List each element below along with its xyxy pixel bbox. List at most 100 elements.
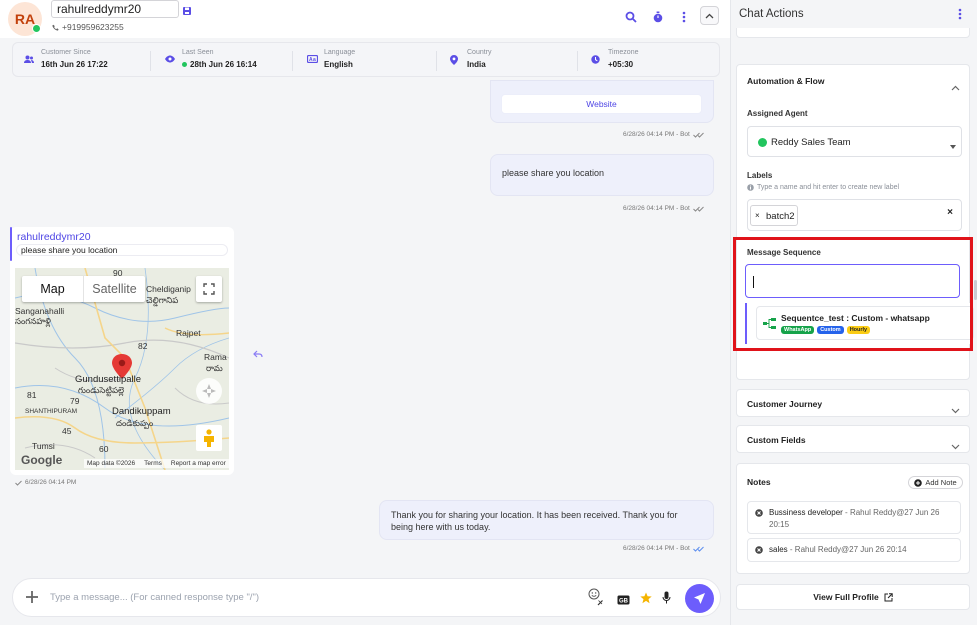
info-label: Customer Since bbox=[41, 49, 91, 56]
info-value: 28th Jun 26 16:14 bbox=[182, 60, 257, 69]
map-terms-link[interactable]: Terms bbox=[144, 460, 162, 467]
divider bbox=[150, 51, 151, 71]
view-full-profile-label: View Full Profile bbox=[813, 592, 879, 602]
info-value: English bbox=[324, 60, 353, 69]
info-value: India bbox=[467, 60, 486, 69]
map-road-label: 82 bbox=[138, 341, 148, 351]
canned-response-icon[interactable]: GB bbox=[617, 592, 630, 610]
divider bbox=[436, 51, 437, 71]
field-label: Assigned Agent bbox=[747, 109, 808, 118]
location-map[interactable]: Map Satellite 90 Sanganahalli సంగనహళ్లి … bbox=[15, 268, 229, 470]
reply-icon[interactable] bbox=[253, 345, 263, 363]
delete-note-icon[interactable] bbox=[755, 546, 763, 556]
delete-note-icon[interactable] bbox=[755, 509, 763, 519]
map-place-label: సంగనహళ్లి bbox=[15, 316, 51, 326]
map-report-link[interactable]: Report a map error bbox=[171, 460, 226, 467]
section-title: Custom Fields bbox=[747, 435, 806, 445]
map-footer: Google Map data ©2026 Terms Report a map… bbox=[15, 453, 229, 470]
map-road-label: 60 bbox=[99, 444, 109, 454]
remove-chip-icon[interactable]: × bbox=[755, 211, 760, 220]
star-icon[interactable] bbox=[640, 591, 652, 609]
timestamp-text: 6/28/26 04:14 PM - Bot bbox=[623, 545, 690, 552]
language-icon: Aa bbox=[307, 55, 318, 63]
website-button[interactable]: Website bbox=[501, 94, 702, 114]
note-item: sales - Rahul Reddy@27 Jun 26 20:14 bbox=[747, 538, 961, 562]
attach-plus-icon[interactable] bbox=[25, 590, 39, 609]
chat-header: RA +919959623255 bbox=[0, 0, 730, 38]
chevron-down-icon bbox=[951, 401, 960, 419]
map-place-label: Cheldiganip bbox=[146, 284, 191, 294]
more-options-icon[interactable] bbox=[958, 7, 962, 25]
timer-icon[interactable] bbox=[651, 10, 665, 24]
map-tab-satellite[interactable]: Satellite bbox=[84, 276, 145, 302]
save-icon[interactable] bbox=[182, 3, 192, 21]
notes-card: Notes Add Note Bussiness developer - Rah… bbox=[736, 463, 970, 574]
agent-status-dot bbox=[758, 138, 767, 147]
timestamp-text: 6/28/26 04:14 PM bbox=[25, 479, 77, 486]
info-value-text: 16th Jun 26 17:22 bbox=[41, 60, 108, 69]
plus-circle-icon bbox=[914, 478, 923, 487]
map-place-label: Gundusettipalle bbox=[75, 374, 142, 385]
fullscreen-button[interactable] bbox=[196, 276, 222, 302]
view-full-profile-button[interactable]: View Full Profile bbox=[736, 584, 970, 610]
online-dot bbox=[182, 62, 187, 67]
map-place-label: Rama bbox=[204, 352, 227, 362]
map-data-text: Map data ©2026 bbox=[87, 460, 136, 467]
info-value-text: India bbox=[467, 60, 486, 69]
svg-text:a: a bbox=[313, 57, 316, 63]
info-value-text: 28th Jun 26 16:14 bbox=[190, 60, 257, 69]
section-title[interactable]: Automation & Flow bbox=[747, 76, 824, 86]
pegman-icon bbox=[204, 429, 214, 447]
collapsed-card bbox=[736, 28, 970, 38]
svg-text:GB: GB bbox=[619, 599, 629, 605]
map-tab-map[interactable]: Map bbox=[22, 276, 84, 302]
timestamp-text: 6/28/26 04:14 PM - Bot bbox=[623, 131, 690, 138]
hint-text: Type a name and hit enter to create new … bbox=[757, 184, 900, 191]
customer-journey-card[interactable]: Customer Journey bbox=[736, 389, 970, 417]
message-composer: Type a message... (For canned response t… bbox=[12, 578, 721, 617]
info-value-text: English bbox=[324, 60, 353, 69]
contact-info-bar: Customer Since 16th Jun 26 17:22 Last Se… bbox=[12, 42, 720, 77]
double-check-icon bbox=[693, 546, 704, 552]
users-icon bbox=[24, 55, 34, 63]
message-input[interactable]: Type a message... (For canned response t… bbox=[50, 592, 259, 603]
search-icon[interactable] bbox=[624, 10, 638, 24]
custom-fields-card[interactable]: Custom Fields bbox=[736, 425, 970, 453]
note-text: sales bbox=[769, 545, 788, 554]
emoji-icon[interactable] bbox=[588, 588, 604, 611]
message-timestamp: 6/28/26 04:14 PM - Bot bbox=[623, 131, 705, 138]
clock-icon bbox=[591, 55, 600, 64]
bot-message: Thank you for sharing your location. It … bbox=[379, 500, 714, 540]
add-note-label: Add Note bbox=[925, 478, 957, 487]
select-value: Reddy Sales Team bbox=[771, 137, 851, 148]
map-place-label: గుండుసెట్టిపల్లె bbox=[78, 385, 125, 395]
assigned-agent-select[interactable]: Reddy Sales Team bbox=[747, 126, 962, 157]
info-label: Last Seen bbox=[182, 49, 214, 56]
more-options-icon[interactable] bbox=[677, 10, 691, 24]
info-icon bbox=[747, 184, 754, 191]
map-road-label: 90 bbox=[113, 268, 123, 278]
bot-message: please share you location bbox=[490, 154, 714, 196]
map-road-label: 45 bbox=[62, 426, 72, 436]
info-value: 16th Jun 26 17:22 bbox=[41, 60, 108, 69]
chevron-up-icon bbox=[705, 13, 714, 18]
clear-labels-icon[interactable]: × bbox=[947, 207, 953, 218]
label-chip: × batch2 bbox=[750, 205, 798, 226]
street-view-button[interactable] bbox=[196, 425, 222, 451]
labels-input[interactable]: × batch2 × bbox=[747, 199, 962, 231]
add-note-button[interactable]: Add Note bbox=[908, 476, 963, 489]
map-place-label: చెల్డిగానిప bbox=[146, 295, 179, 305]
send-button[interactable] bbox=[685, 584, 714, 613]
map-pan-control[interactable] bbox=[196, 378, 222, 404]
info-value-text: +05:30 bbox=[608, 60, 634, 69]
message-timestamp: 6/28/26 04:14 PM - Bot bbox=[623, 205, 705, 212]
message-text: please share you location bbox=[502, 168, 605, 178]
chevron-up-icon[interactable] bbox=[951, 78, 960, 96]
info-label: Language bbox=[324, 49, 356, 56]
avatar[interactable]: RA bbox=[8, 2, 42, 36]
microphone-icon[interactable] bbox=[662, 591, 671, 609]
collapse-header-button[interactable] bbox=[700, 6, 719, 25]
google-logo: Google bbox=[21, 453, 63, 467]
contact-name-input[interactable] bbox=[51, 0, 179, 18]
send-icon bbox=[694, 593, 705, 604]
